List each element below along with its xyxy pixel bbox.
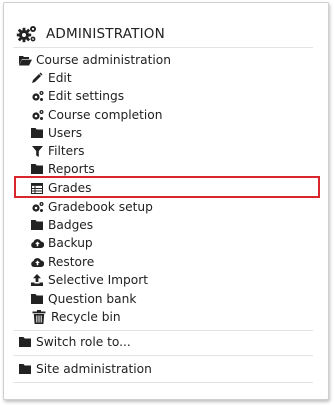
nav-course-administration[interactable]: Course administration [18,52,171,68]
nav-item-edit-settings[interactable]: Edit settings [30,88,124,104]
cogs-icon [16,24,38,44]
block-header: ADMINISTRATION [16,22,165,46]
nav-site-administration[interactable]: Site administration [18,361,152,377]
nav-label: Filters [48,144,85,158]
divider [13,355,313,356]
divider [13,47,313,48]
pencil-icon [30,71,44,85]
grades-highlight-box [14,176,320,198]
nav-label: Backup [48,236,93,250]
nav-label: Edit settings [48,89,125,103]
nav-label: Selective Import [48,273,149,287]
nav-item-backup[interactable]: Backup [30,235,93,251]
nav-item-edit[interactable]: Edit [30,70,72,86]
cog-icon [30,200,44,214]
nav-item-course-completion[interactable]: Course completion [30,107,162,123]
nav-label: Gradebook setup [48,200,153,214]
nav-item-badges[interactable]: Badges [30,217,93,233]
block-title: ADMINISTRATION [46,26,165,42]
folder-icon [30,218,44,232]
cloud-upload-icon [30,255,44,269]
cog-icon [30,89,44,103]
nav-item-restore[interactable]: Restore [30,254,94,270]
cog-icon [30,108,44,122]
divider [13,382,313,383]
nav-label: Users [48,126,83,140]
nav-label: Site administration [36,362,152,376]
folder-icon [18,335,32,349]
nav-label: Course completion [48,108,163,122]
nav-item-recycle-bin[interactable]: Recycle bin [30,309,121,325]
folder-icon [30,162,44,176]
nav-label: Question bank [48,292,137,306]
cloud-upload-icon [30,236,44,250]
nav-label: Restore [48,255,95,269]
nav-label: Switch role to... [36,335,131,349]
nav-item-question-bank[interactable]: Question bank [30,291,136,307]
folder-icon [30,126,44,140]
filter-icon [30,144,44,158]
nav-label: Recycle bin [51,310,121,324]
nav-item-reports[interactable]: Reports [30,161,95,177]
nav-label: Reports [48,162,95,176]
nav-item-gradebook-setup[interactable]: Gradebook setup [30,199,153,215]
folder-open-icon [18,53,32,67]
nav-label: Edit [48,71,72,85]
nav-switch-role[interactable]: Switch role to... [18,334,131,350]
trash-icon [30,310,47,324]
divider [13,330,313,331]
folder-icon [18,362,32,376]
upload-icon [30,273,44,287]
folder-icon [30,292,44,306]
nav-label: Badges [48,218,94,232]
nav-item-filters[interactable]: Filters [30,143,85,159]
nav-item-selective-import[interactable]: Selective Import [30,272,148,288]
nav-item-users[interactable]: Users [30,125,82,141]
nav-label: Course administration [36,53,171,67]
